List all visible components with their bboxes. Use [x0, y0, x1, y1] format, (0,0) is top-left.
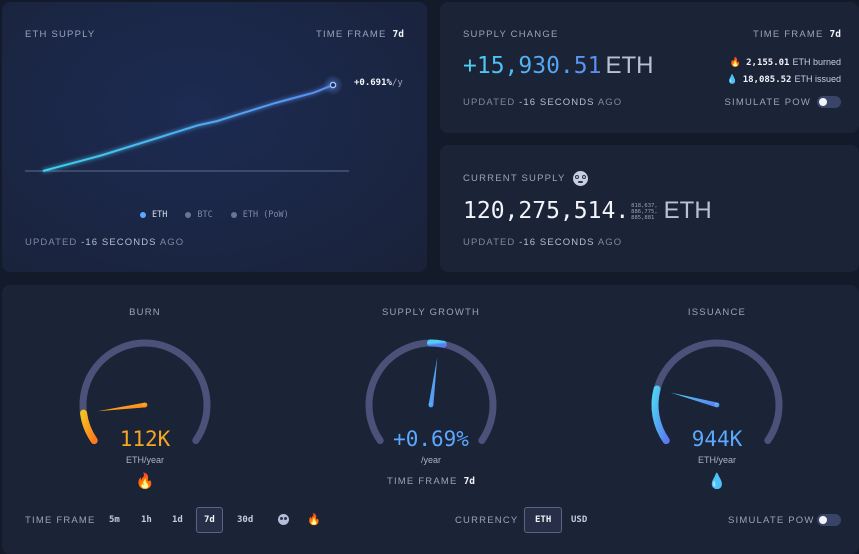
chart-legend: ETH BTC ETH (PoW): [140, 210, 289, 220]
time-frame-30d-button[interactable]: 30d: [230, 507, 260, 533]
supply-integer: 120,275,514.: [463, 198, 630, 224]
gauge-needle: [670, 392, 718, 408]
decimals-line: 885,881: [631, 215, 655, 221]
legend-item-eth[interactable]: ETH: [140, 210, 167, 220]
gauge-needle: [428, 357, 438, 406]
fire-icon: 🔥: [729, 57, 742, 67]
legend-label: ETH: [152, 210, 168, 220]
supply-growth-gauge-value: +0.69%: [393, 427, 469, 451]
supply-unit: ETH: [663, 197, 712, 224]
updated-suffix: AGO: [159, 237, 185, 248]
fire-icon: 🔥: [135, 473, 155, 490]
current-supply-updated: UPDATED -16 SECONDS AGO: [463, 237, 622, 248]
burned-stat: 🔥 2,155.01 ETH burned: [726, 54, 841, 71]
supply-decimals: 818,637, 886,775, 885,881: [631, 203, 658, 221]
eth-supply-updated: UPDATED -16 SECONDS AGO: [25, 237, 184, 248]
current-supply-header: CURRENT SUPPLY: [463, 171, 588, 186]
supply-line-chart: [25, 75, 349, 172]
gauge-needle-hub: [428, 402, 434, 408]
supply-change-number: +15,930.51: [463, 53, 602, 79]
supply-growth-gauge-unit: /year: [420, 455, 441, 465]
burned-label: ETH burned: [792, 57, 841, 67]
gauge-track: [79, 339, 211, 445]
gauge-needle: [97, 402, 146, 412]
gauges-panel: BURN 112K ETH/year 🔥 SUPPLY GROWTH +0.69…: [2, 285, 859, 554]
toggle-knob: [819, 98, 827, 106]
supply-change-updated: UPDATED -16 SECONDS AGO: [463, 97, 622, 108]
gauge-needle-hub: [714, 402, 720, 408]
simulate-pow-label: SIMULATE PoW: [728, 515, 815, 526]
gauge-fill: [426, 339, 447, 348]
burn-gauge-unit: ETH/year: [125, 455, 164, 465]
legend-label: ETH (PoW): [242, 210, 289, 220]
updated-suffix: AGO: [597, 237, 623, 248]
current-supply-panel: CURRENT SUPPLY 120,275,514. 818,637, 886…: [440, 145, 859, 272]
updated-suffix: AGO: [597, 97, 623, 108]
currency-label: CURRENCY: [455, 515, 519, 526]
time-frame-1h-button[interactable]: 1h: [134, 507, 159, 533]
droplet-icon: 💧: [707, 473, 727, 490]
legend-label: BTC: [197, 210, 213, 220]
end-label-value: +0.691%: [354, 78, 392, 88]
issued-stat: 💧 18,085.52 ETH issued: [726, 71, 841, 88]
burn-gauge-value: 112K: [119, 427, 171, 451]
supply-change-panel: SUPPLY CHANGE TIME FRAME 7d +15,930.51 ETH…: [440, 2, 859, 133]
fire-icon[interactable]: 🔥: [300, 507, 328, 533]
droplet-icon: 💧: [726, 74, 738, 84]
panda-icon[interactable]: [271, 507, 296, 533]
eth-supply-panel: ETH SUPPLY TIME FRAME 7d +0.691%/y ETH BT…: [2, 2, 427, 272]
end-point-marker[interactable]: [329, 81, 337, 89]
supply-change-unit: ETH: [605, 52, 654, 79]
supply-growth-time-frame: TIME FRAME 7d: [288, 476, 574, 487]
gauge-track: [651, 339, 783, 445]
burned-value: 2,155.01: [746, 58, 790, 68]
updated-time: -16 SECONDS: [81, 237, 157, 248]
supply-change-title: SUPPLY CHANGE: [463, 29, 559, 40]
legend-dot: [140, 212, 146, 218]
issued-label: ETH issued: [794, 74, 841, 84]
time-frame-5m-button[interactable]: 5m: [102, 507, 127, 533]
time-frame-label: TIME FRAME: [25, 515, 96, 526]
time-frame-value: 7d: [829, 29, 841, 40]
legend-dot: [185, 212, 192, 218]
currency-eth-button[interactable]: ETH: [524, 507, 563, 533]
burn-issue-stats: 🔥 2,155.01 ETH burned 💧 18,085.52 ETH issued: [726, 54, 841, 88]
supply-change-time-frame: TIME FRAME 7d: [753, 29, 841, 40]
simulate-pow-toggle[interactable]: [817, 514, 841, 526]
issuance-gauge-unit: ETH/year: [697, 455, 736, 465]
updated-prefix: UPDATED: [463, 237, 516, 248]
end-label-unit: /y: [391, 78, 403, 88]
updated-prefix: UPDATED: [25, 237, 78, 248]
currency-usd-button[interactable]: USD: [564, 507, 594, 533]
updated-prefix: UPDATED: [463, 97, 516, 108]
issued-value: 18,085.52: [742, 75, 792, 85]
time-frame-value: 7d: [463, 476, 476, 487]
legend-item-btc[interactable]: BTC: [185, 210, 213, 220]
gauge-needle-hub: [142, 402, 148, 408]
toggle-knob: [819, 516, 827, 524]
issuance-gauge-value: 944K: [691, 427, 743, 451]
updated-time: -16 SECONDS: [519, 237, 595, 248]
current-supply-title: CURRENT SUPPLY: [463, 173, 566, 184]
series-line-eth: [42, 84, 334, 172]
simulate-pow-label: SIMULATE PoW: [724, 97, 811, 108]
time-frame-label: TIME FRAME: [386, 476, 458, 487]
nerd-face-icon[interactable]: [572, 171, 588, 186]
controls-bar: TIME FRAME 5m 1h 1d 7d 30d 🔥 CURRENCY ET…: [2, 507, 859, 533]
legend-item-eth-pow[interactable]: ETH (PoW): [230, 210, 289, 220]
legend-dot: [230, 212, 237, 218]
time-frame-7d-button[interactable]: 7d: [196, 507, 223, 533]
time-frame-label: TIME FRAME: [752, 29, 824, 40]
chart-end-label: +0.691%/y: [354, 78, 403, 88]
supply-change-value: +15,930.51 ETH: [463, 52, 653, 80]
time-frame-1d-button[interactable]: 1d: [165, 507, 190, 533]
simulate-pow-toggle[interactable]: [817, 96, 841, 108]
updated-time: -16 SECONDS: [519, 97, 595, 108]
current-supply-value: 120,275,514. 818,637, 886,775, 885,881 E…: [463, 197, 712, 225]
